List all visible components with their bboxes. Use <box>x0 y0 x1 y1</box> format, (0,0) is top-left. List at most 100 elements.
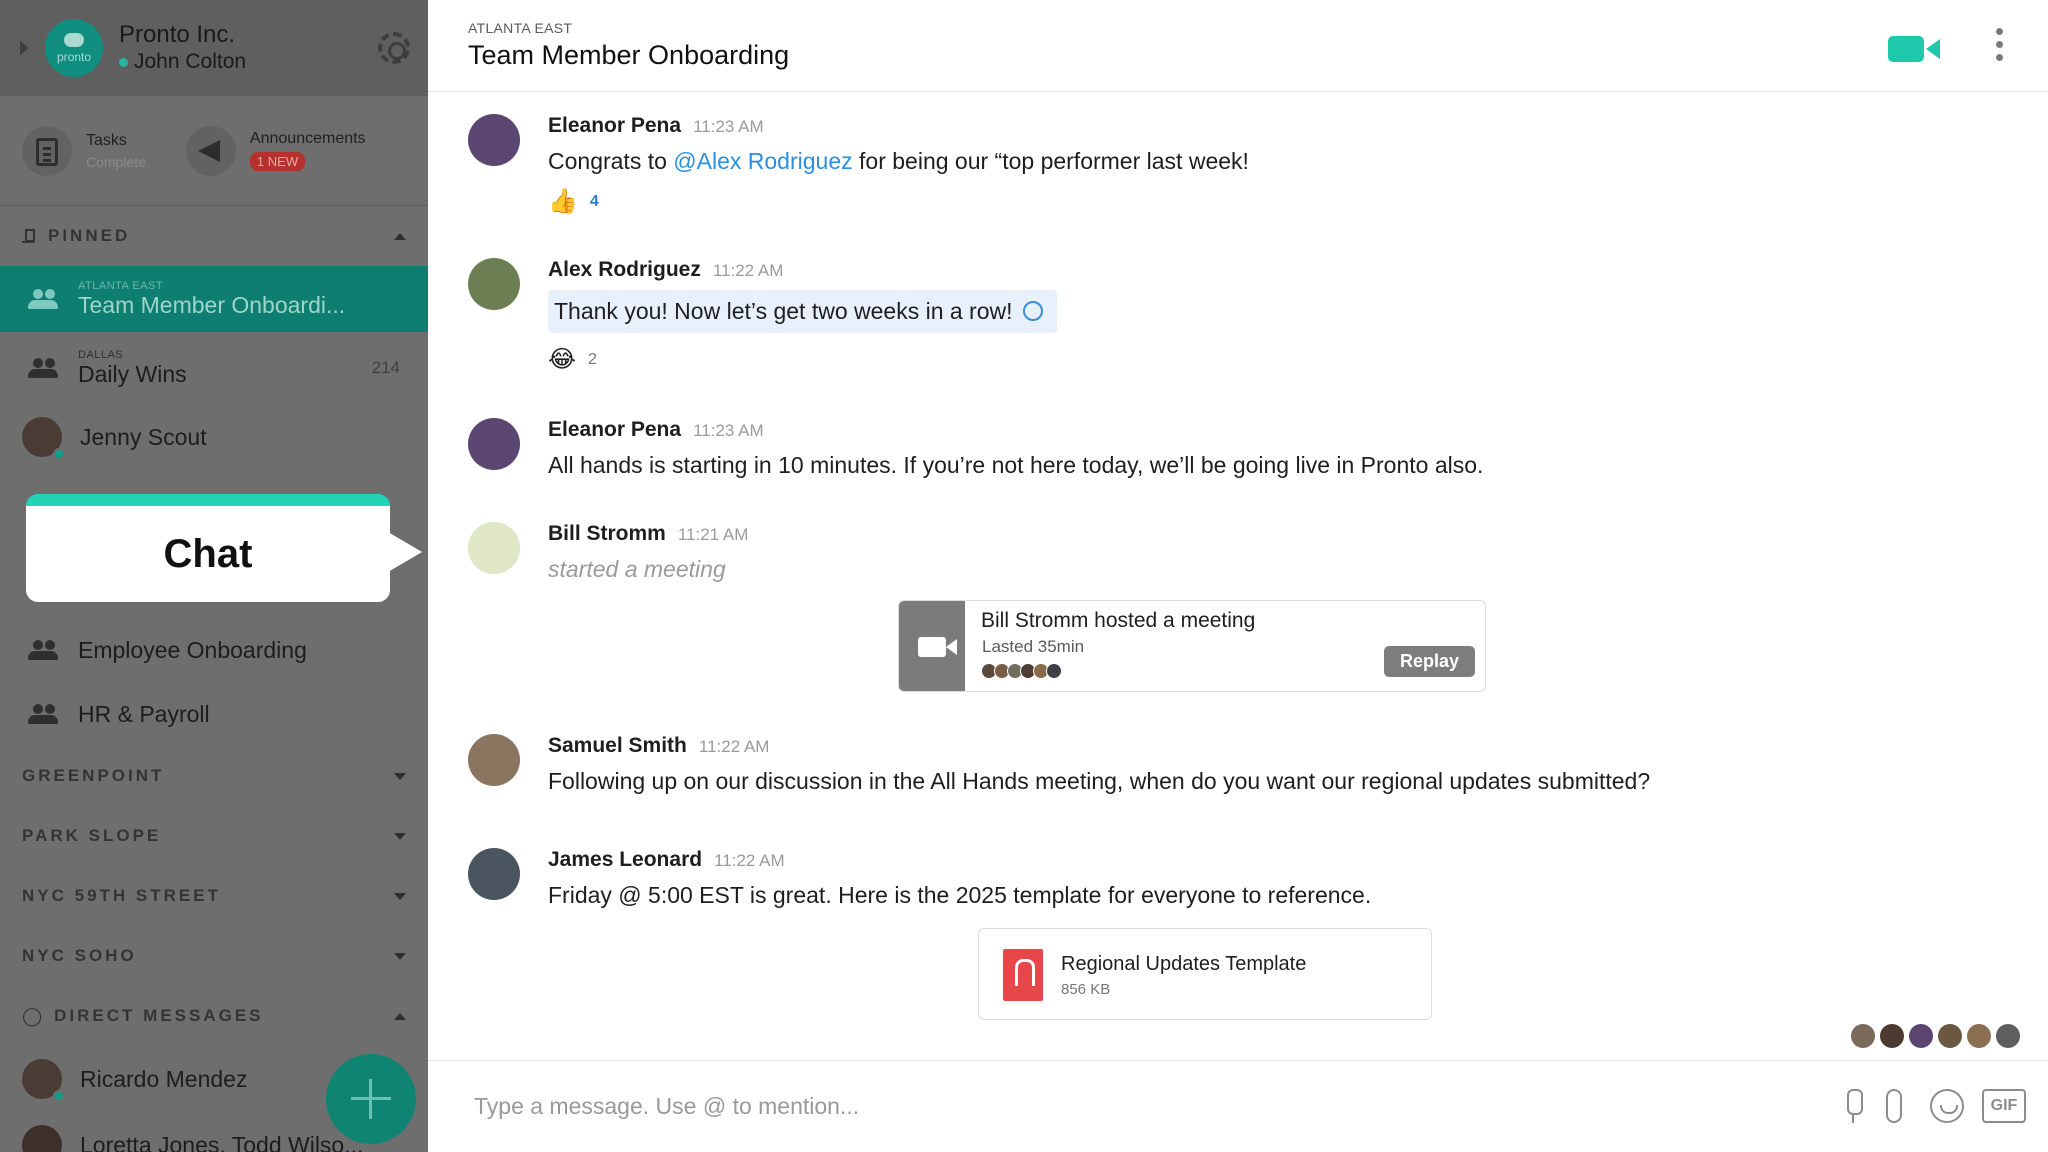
video-camera-icon <box>899 601 965 691</box>
avatar[interactable] <box>468 734 520 786</box>
avatar[interactable] <box>468 258 520 310</box>
video-call-icon[interactable] <box>1888 36 1940 62</box>
channel-name: Employee Onboarding <box>78 636 307 663</box>
sidebar-item-hr-payroll[interactable]: HR & Payroll <box>0 682 428 746</box>
laughing-icon: 😂 <box>548 346 577 373</box>
message-text: All hands is starting in 10 minutes. If … <box>548 452 1484 478</box>
message-text-container: Thank you! Now let’s get two weeks in a … <box>548 290 2008 333</box>
avatar <box>22 1125 62 1152</box>
expand-icon[interactable] <box>394 952 406 960</box>
section-nyc-soho[interactable]: NYC SOHO <box>0 926 428 986</box>
section-park-slope[interactable]: PARK SLOPE <box>0 806 428 866</box>
org-logo: pronto <box>45 19 103 77</box>
message-time: 11:22 AM <box>698 737 770 756</box>
avatar[interactable] <box>468 114 520 166</box>
expand-icon[interactable] <box>394 832 406 840</box>
message: Bill Stromm 11:21 AM started a meeting <box>468 522 2008 583</box>
sidebar-item-daily-wins[interactable]: DALLAS Daily Wins 214 <box>0 332 428 404</box>
channel-location: DALLAS <box>78 348 124 361</box>
avatar[interactable] <box>468 848 520 900</box>
message-text: Thank you! Now let’s get two weeks in a … <box>554 298 1013 324</box>
reaction-count: 4 <box>589 192 599 210</box>
section-greenpoint[interactable]: GREENPOINT <box>0 746 428 806</box>
unread-count: 214 <box>371 358 400 377</box>
expand-icon[interactable] <box>394 772 406 780</box>
dm-name: Ricardo Mendez <box>80 1065 248 1092</box>
megaphone-icon <box>185 125 236 176</box>
message-author[interactable]: Bill Stromm <box>548 522 666 546</box>
new-message-button[interactable] <box>326 1054 416 1144</box>
group-icon <box>28 358 58 378</box>
avatar[interactable] <box>468 522 520 574</box>
gif-button[interactable]: GIF <box>1982 1089 2026 1123</box>
group-icon <box>28 704 58 724</box>
gear-icon[interactable] <box>378 32 410 64</box>
pinned-label: PINNED <box>48 226 131 245</box>
message: James Leonard 11:22 AM Friday @ 5:00 EST… <box>468 848 2008 909</box>
avatar <box>1967 1024 1991 1048</box>
message-author[interactable]: Eleanor Pena <box>548 418 681 442</box>
channel-name: HR & Payroll <box>78 700 210 727</box>
org-name: Pronto Inc. <box>119 21 236 48</box>
message-input[interactable] <box>474 1093 1674 1120</box>
highlighted-message: Thank you! Now let’s get two weeks in a … <box>548 290 1057 333</box>
emoji-icon[interactable] <box>1930 1089 1964 1123</box>
org-header[interactable]: pronto Pronto Inc. John Colton <box>0 0 428 96</box>
replay-button[interactable]: Replay <box>1383 646 1475 677</box>
section-label: GREENPOINT <box>22 766 165 785</box>
file-attachment[interactable]: Regional Updates Template 856 KB <box>978 928 1432 1020</box>
message-author[interactable]: James Leonard <box>548 848 702 872</box>
avatar <box>1909 1024 1933 1048</box>
avatar <box>1938 1024 1962 1048</box>
file-name: Regional Updates Template <box>1061 953 1307 975</box>
pinned-section-header[interactable]: PINNED <box>0 206 428 266</box>
tasks-link[interactable]: Tasks Complete <box>22 125 146 176</box>
sidebar-item-team-member-onboarding[interactable]: ATLANTA EAST Team Member Onboardi... <box>0 266 428 332</box>
message: Alex Rodriguez 11:22 AM Thank you! Now l… <box>468 258 2008 374</box>
sidebar-item-employee-onboarding[interactable]: Employee Onboarding <box>0 618 428 682</box>
dm-name: Loretta Jones, Todd Wilso... <box>80 1131 364 1152</box>
reaction[interactable]: 👍 4 <box>548 187 2008 216</box>
message: Samuel Smith 11:22 AM Following up on ou… <box>468 734 2008 795</box>
section-nyc-59th-street[interactable]: NYC 59TH STREET <box>0 866 428 926</box>
avatar <box>1851 1024 1875 1048</box>
announcements-link[interactable]: Announcements 1 NEW <box>185 125 366 176</box>
reaction[interactable]: 😂 2 <box>548 345 2008 374</box>
dm-name: Jenny Scout <box>80 423 207 450</box>
pin-icon <box>22 229 35 243</box>
message-author[interactable]: Alex Rodriguez <box>548 258 701 282</box>
message-author[interactable]: Samuel Smith <box>548 734 687 758</box>
file-size: 856 KB <box>1061 981 1111 998</box>
collapse-icon[interactable] <box>394 1012 406 1020</box>
user-mention[interactable]: @Alex Rodriguez <box>673 148 852 174</box>
expand-caret-icon[interactable] <box>20 41 29 55</box>
new-badge: 1 NEW <box>249 152 306 171</box>
message-text: Following up on our discussion in the Al… <box>548 768 1651 794</box>
paperclip-icon[interactable] <box>1886 1089 1902 1123</box>
collapse-icon[interactable] <box>394 232 406 240</box>
current-user: John Colton <box>119 49 246 75</box>
chat-bubble-icon <box>64 32 84 47</box>
microphone-icon[interactable] <box>1844 1089 1863 1123</box>
direct-messages-header[interactable]: ◯ DIRECT MESSAGES <box>0 986 428 1046</box>
message-text-part: Congrats to <box>548 148 674 174</box>
read-receipts[interactable] <box>1846 1024 2020 1048</box>
avatar <box>1996 1024 2020 1048</box>
avatar[interactable] <box>468 418 520 470</box>
meeting-title: Bill Stromm hosted a meeting <box>981 609 1256 632</box>
expand-icon[interactable] <box>394 892 406 900</box>
pdf-icon <box>1003 949 1043 1001</box>
message-author[interactable]: Eleanor Pena <box>548 114 681 138</box>
tooltip-text: Chat <box>163 531 253 576</box>
online-status-icon <box>119 57 128 67</box>
message-composer: GIF <box>428 1060 2048 1152</box>
globe-icon <box>1022 301 1043 321</box>
sidebar-item-jenny-scout[interactable]: Jenny Scout <box>0 404 428 470</box>
current-user-name: John Colton <box>134 50 247 73</box>
message-time: 11:22 AM <box>714 851 785 870</box>
more-options-icon[interactable] <box>1996 28 2003 64</box>
direct-messages-label: DIRECT MESSAGES <box>54 1006 264 1025</box>
quick-links: Tasks Complete Announcements 1 NEW <box>0 96 428 206</box>
clipboard-icon <box>22 125 72 176</box>
section-label: NYC SOHO <box>22 946 137 965</box>
